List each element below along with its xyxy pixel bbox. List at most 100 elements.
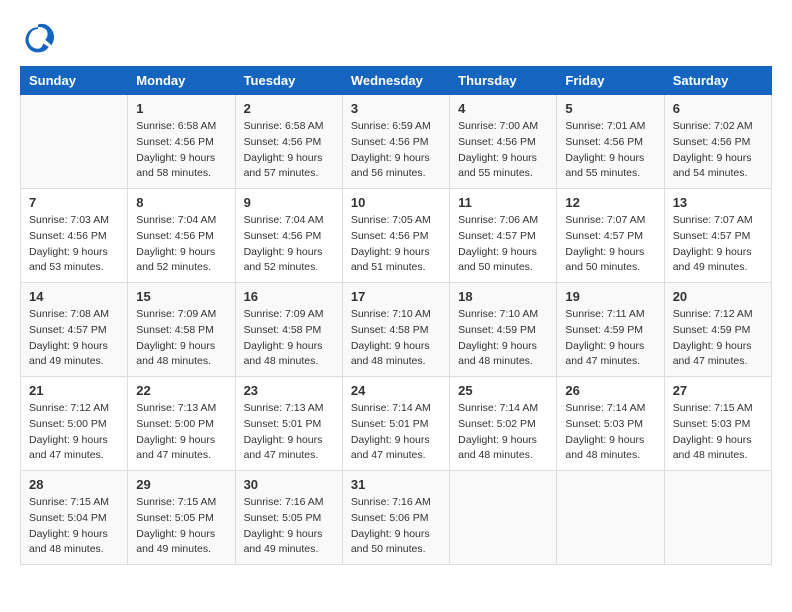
calendar-cell [557, 471, 664, 565]
day-info: Sunrise: 6:58 AM Sunset: 4:56 PM Dayligh… [136, 119, 226, 182]
day-info: Sunrise: 7:15 AM Sunset: 5:04 PM Dayligh… [29, 495, 119, 558]
day-number: 16 [244, 289, 334, 304]
day-number: 11 [458, 195, 548, 210]
day-info: Sunrise: 6:59 AM Sunset: 4:56 PM Dayligh… [351, 119, 441, 182]
calendar-cell: 6 Sunrise: 7:02 AM Sunset: 4:56 PM Daylig… [664, 95, 771, 189]
calendar-cell: 18 Sunrise: 7:10 AM Sunset: 4:59 PM Dayli… [450, 283, 557, 377]
header-cell-saturday: Saturday [664, 67, 771, 95]
week-row-2: 7Sunrise: 7:03 AM Sunset: 4:56 PM Daylig… [21, 189, 772, 283]
day-number: 22 [136, 383, 226, 398]
day-number: 9 [244, 195, 334, 210]
calendar-cell: 21 Sunrise: 7:12 AM Sunset: 5:00 PM Dayli… [21, 377, 128, 471]
calendar-cell: 24Sunrise: 7:14 AM Sunset: 5:01 PM Dayli… [342, 377, 449, 471]
calendar-header: SundayMondayTuesdayWednesdayThursdayFrid… [21, 67, 772, 95]
day-info: Sunrise: 7:12 AM Sunset: 4:59 PM Dayligh… [673, 307, 763, 370]
day-info: Sunrise: 7:11 AM Sunset: 4:59 PM Dayligh… [565, 307, 655, 370]
day-number: 1 [136, 101, 226, 116]
day-number: 29 [136, 477, 226, 492]
day-info: Sunrise: 7:10 AM Sunset: 4:58 PM Dayligh… [351, 307, 441, 370]
header-cell-tuesday: Tuesday [235, 67, 342, 95]
day-info: Sunrise: 7:13 AM Sunset: 5:00 PM Dayligh… [136, 401, 226, 464]
day-info: Sunrise: 7:09 AM Sunset: 4:58 PM Dayligh… [136, 307, 226, 370]
day-info: Sunrise: 7:09 AM Sunset: 4:58 PM Dayligh… [244, 307, 334, 370]
day-info: Sunrise: 7:02 AM Sunset: 4:56 PM Dayligh… [673, 119, 763, 182]
calendar-cell: 9 Sunrise: 7:04 AM Sunset: 4:56 PM Daylig… [235, 189, 342, 283]
day-info: Sunrise: 7:08 AM Sunset: 4:57 PM Dayligh… [29, 307, 119, 370]
day-number: 4 [458, 101, 548, 116]
week-row-5: 28 Sunrise: 7:15 AM Sunset: 5:04 PM Dayli… [21, 471, 772, 565]
header-row: SundayMondayTuesdayWednesdayThursdayFrid… [21, 67, 772, 95]
calendar-cell: 14 Sunrise: 7:08 AM Sunset: 4:57 PM Dayli… [21, 283, 128, 377]
day-number: 5 [565, 101, 655, 116]
day-number: 3 [351, 101, 441, 116]
day-info: Sunrise: 7:13 AM Sunset: 5:01 PM Dayligh… [244, 401, 334, 464]
day-number: 23 [244, 383, 334, 398]
day-info: Sunrise: 7:14 AM Sunset: 5:03 PM Dayligh… [565, 401, 655, 464]
calendar-cell: 11 Sunrise: 7:06 AM Sunset: 4:57 PM Dayli… [450, 189, 557, 283]
calendar-cell: 20 Sunrise: 7:12 AM Sunset: 4:59 PM Dayli… [664, 283, 771, 377]
calendar-cell: 28 Sunrise: 7:15 AM Sunset: 5:04 PM Dayli… [21, 471, 128, 565]
day-number: 20 [673, 289, 763, 304]
header-cell-friday: Friday [557, 67, 664, 95]
day-info: Sunrise: 7:07 AM Sunset: 4:57 PM Dayligh… [565, 213, 655, 276]
day-info: Sunrise: 7:04 AM Sunset: 4:56 PM Dayligh… [244, 213, 334, 276]
day-number: 6 [673, 101, 763, 116]
calendar-cell: 5 Sunrise: 7:01 AM Sunset: 4:56 PM Daylig… [557, 95, 664, 189]
day-info: Sunrise: 7:16 AM Sunset: 5:05 PM Dayligh… [244, 495, 334, 558]
calendar-cell: 15 Sunrise: 7:09 AM Sunset: 4:58 PM Dayli… [128, 283, 235, 377]
calendar-cell: 10Sunrise: 7:05 AM Sunset: 4:56 PM Dayli… [342, 189, 449, 283]
calendar-cell: 13 Sunrise: 7:07 AM Sunset: 4:57 PM Dayli… [664, 189, 771, 283]
calendar-cell: 3 Sunrise: 6:59 AM Sunset: 4:56 PM Daylig… [342, 95, 449, 189]
calendar-cell [450, 471, 557, 565]
week-row-3: 14 Sunrise: 7:08 AM Sunset: 4:57 PM Dayli… [21, 283, 772, 377]
day-number: 14 [29, 289, 119, 304]
calendar-cell: 4Sunrise: 7:00 AM Sunset: 4:56 PM Daylig… [450, 95, 557, 189]
day-info: Sunrise: 7:15 AM Sunset: 5:03 PM Dayligh… [673, 401, 763, 464]
day-number: 13 [673, 195, 763, 210]
day-info: Sunrise: 7:14 AM Sunset: 5:02 PM Dayligh… [458, 401, 548, 464]
calendar-cell: 8Sunrise: 7:04 AM Sunset: 4:56 PM Daylig… [128, 189, 235, 283]
day-number: 30 [244, 477, 334, 492]
day-info: Sunrise: 7:06 AM Sunset: 4:57 PM Dayligh… [458, 213, 548, 276]
day-number: 19 [565, 289, 655, 304]
day-number: 18 [458, 289, 548, 304]
day-info: Sunrise: 7:15 AM Sunset: 5:05 PM Dayligh… [136, 495, 226, 558]
day-number: 10 [351, 195, 441, 210]
calendar-cell: 30 Sunrise: 7:16 AM Sunset: 5:05 PM Dayli… [235, 471, 342, 565]
day-info: Sunrise: 7:12 AM Sunset: 5:00 PM Dayligh… [29, 401, 119, 464]
calendar-cell [21, 95, 128, 189]
day-info: Sunrise: 7:07 AM Sunset: 4:57 PM Dayligh… [673, 213, 763, 276]
calendar-cell: 1 Sunrise: 6:58 AM Sunset: 4:56 PM Daylig… [128, 95, 235, 189]
calendar-cell: 29 Sunrise: 7:15 AM Sunset: 5:05 PM Dayli… [128, 471, 235, 565]
day-number: 17 [351, 289, 441, 304]
calendar-cell: 31Sunrise: 7:16 AM Sunset: 5:06 PM Dayli… [342, 471, 449, 565]
calendar-cell: 27Sunrise: 7:15 AM Sunset: 5:03 PM Dayli… [664, 377, 771, 471]
day-info: Sunrise: 7:01 AM Sunset: 4:56 PM Dayligh… [565, 119, 655, 182]
calendar-cell: 22 Sunrise: 7:13 AM Sunset: 5:00 PM Dayli… [128, 377, 235, 471]
header-cell-wednesday: Wednesday [342, 67, 449, 95]
calendar-cell: 16 Sunrise: 7:09 AM Sunset: 4:58 PM Dayli… [235, 283, 342, 377]
calendar-cell: 23 Sunrise: 7:13 AM Sunset: 5:01 PM Dayli… [235, 377, 342, 471]
calendar-body: 1 Sunrise: 6:58 AM Sunset: 4:56 PM Daylig… [21, 95, 772, 565]
day-number: 26 [565, 383, 655, 398]
calendar-cell [664, 471, 771, 565]
logo [20, 20, 60, 56]
day-number: 2 [244, 101, 334, 116]
calendar-table: SundayMondayTuesdayWednesdayThursdayFrid… [20, 66, 772, 565]
calendar-cell: 12 Sunrise: 7:07 AM Sunset: 4:57 PM Dayli… [557, 189, 664, 283]
day-number: 15 [136, 289, 226, 304]
day-info: Sunrise: 6:58 AM Sunset: 4:56 PM Dayligh… [244, 119, 334, 182]
calendar-cell: 25 Sunrise: 7:14 AM Sunset: 5:02 PM Dayli… [450, 377, 557, 471]
day-number: 21 [29, 383, 119, 398]
day-number: 31 [351, 477, 441, 492]
day-number: 25 [458, 383, 548, 398]
calendar-cell: 26 Sunrise: 7:14 AM Sunset: 5:03 PM Dayli… [557, 377, 664, 471]
logo-icon [20, 20, 56, 56]
week-row-1: 1 Sunrise: 6:58 AM Sunset: 4:56 PM Daylig… [21, 95, 772, 189]
week-row-4: 21 Sunrise: 7:12 AM Sunset: 5:00 PM Dayli… [21, 377, 772, 471]
day-info: Sunrise: 7:14 AM Sunset: 5:01 PM Dayligh… [351, 401, 441, 464]
day-number: 12 [565, 195, 655, 210]
day-number: 8 [136, 195, 226, 210]
day-number: 28 [29, 477, 119, 492]
day-info: Sunrise: 7:10 AM Sunset: 4:59 PM Dayligh… [458, 307, 548, 370]
